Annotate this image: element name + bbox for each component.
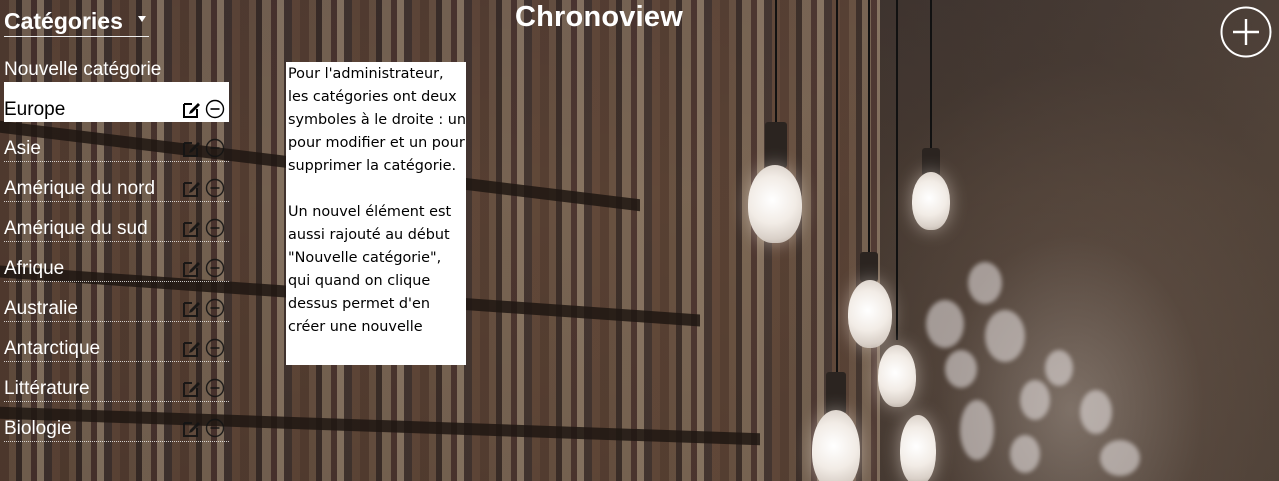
categories-dropdown-label: Catégories xyxy=(4,8,123,34)
category-item[interactable]: Littérature xyxy=(4,362,229,402)
minus-circle-icon[interactable] xyxy=(205,218,225,238)
lamp-wire xyxy=(836,0,838,375)
category-actions xyxy=(182,218,225,238)
light-bulb xyxy=(912,172,950,230)
minus-circle-icon[interactable] xyxy=(205,378,225,398)
edit-icon[interactable] xyxy=(182,338,202,358)
light-glow xyxy=(968,262,1002,304)
category-item[interactable]: Biologie xyxy=(4,402,229,442)
caret-down-icon xyxy=(138,16,146,22)
category-item[interactable]: Europe xyxy=(4,82,229,122)
light-bulb xyxy=(900,415,936,481)
category-name: Australie xyxy=(4,298,78,319)
minus-circle-icon[interactable] xyxy=(205,138,225,158)
edit-icon[interactable] xyxy=(182,138,202,158)
edit-icon[interactable] xyxy=(182,99,202,119)
app-title: Chronoview xyxy=(515,1,683,33)
annotation-paragraph-2: Un nouvel élément est aussi rajouté au d… xyxy=(288,204,452,335)
category-item[interactable]: Amérique du nord xyxy=(4,162,229,202)
light-bulb xyxy=(748,165,802,243)
new-category-item[interactable]: Nouvelle catégorie xyxy=(4,58,229,82)
lamp-wire xyxy=(930,0,932,150)
category-name: Biologie xyxy=(4,418,72,439)
light-glow xyxy=(1045,350,1073,386)
minus-circle-icon[interactable] xyxy=(205,418,225,438)
edit-icon[interactable] xyxy=(182,218,202,238)
category-name: Amérique du nord xyxy=(4,178,156,199)
category-item[interactable]: Afrique xyxy=(4,242,229,282)
category-name: Asie xyxy=(4,138,41,159)
category-item[interactable]: Australie xyxy=(4,282,229,322)
annotation-paragraph-1: Pour l'administrateur, les catégories on… xyxy=(288,66,466,174)
light-glow xyxy=(960,400,994,460)
category-name: Europe xyxy=(4,99,66,120)
light-glow xyxy=(985,310,1025,362)
minus-circle-icon[interactable] xyxy=(205,178,225,198)
lamp-wire xyxy=(868,0,870,255)
light-bulb xyxy=(848,280,892,348)
category-item[interactable]: Asie xyxy=(4,122,229,162)
annotation-note: Pour l'administrateur, les catégories on… xyxy=(286,62,466,365)
categories-dropdown[interactable]: Catégories xyxy=(4,5,149,37)
edit-icon[interactable] xyxy=(182,378,202,398)
minus-circle-icon[interactable] xyxy=(205,99,225,119)
category-name: Amérique du sud xyxy=(4,218,148,239)
lamp-socket xyxy=(765,122,787,168)
lamp-wire xyxy=(775,0,777,125)
edit-icon[interactable] xyxy=(182,418,202,438)
category-item[interactable]: Antarctique xyxy=(4,322,229,362)
light-bulb xyxy=(812,410,860,481)
category-actions xyxy=(182,378,225,398)
category-item[interactable]: Amérique du sud xyxy=(4,202,229,242)
category-actions xyxy=(182,418,225,438)
category-actions xyxy=(182,178,225,198)
light-glow xyxy=(926,300,964,348)
category-name: Afrique xyxy=(4,258,65,279)
minus-circle-icon[interactable] xyxy=(205,258,225,278)
category-name: Littérature xyxy=(4,378,90,399)
category-actions xyxy=(182,258,225,278)
category-actions xyxy=(182,99,225,119)
light-glow xyxy=(1100,440,1140,476)
category-actions xyxy=(182,298,225,318)
lamp-socket xyxy=(826,372,846,414)
light-glow xyxy=(1080,390,1112,434)
edit-icon[interactable] xyxy=(182,178,202,198)
minus-circle-icon[interactable] xyxy=(205,298,225,318)
lamp-socket xyxy=(860,252,878,282)
minus-circle-icon[interactable] xyxy=(205,338,225,358)
edit-icon[interactable] xyxy=(182,258,202,278)
category-name: Antarctique xyxy=(4,338,101,359)
category-actions xyxy=(182,138,225,158)
light-glow xyxy=(1020,380,1050,420)
plus-circle-icon[interactable] xyxy=(1220,6,1272,58)
light-glow xyxy=(1010,435,1040,473)
category-actions xyxy=(182,338,225,358)
lamp-wire xyxy=(896,0,898,340)
category-list: Nouvelle catégorie Europe Asie Amérique du… xyxy=(4,58,229,442)
light-glow xyxy=(945,350,977,388)
edit-icon[interactable] xyxy=(182,298,202,318)
light-bulb xyxy=(878,345,916,407)
